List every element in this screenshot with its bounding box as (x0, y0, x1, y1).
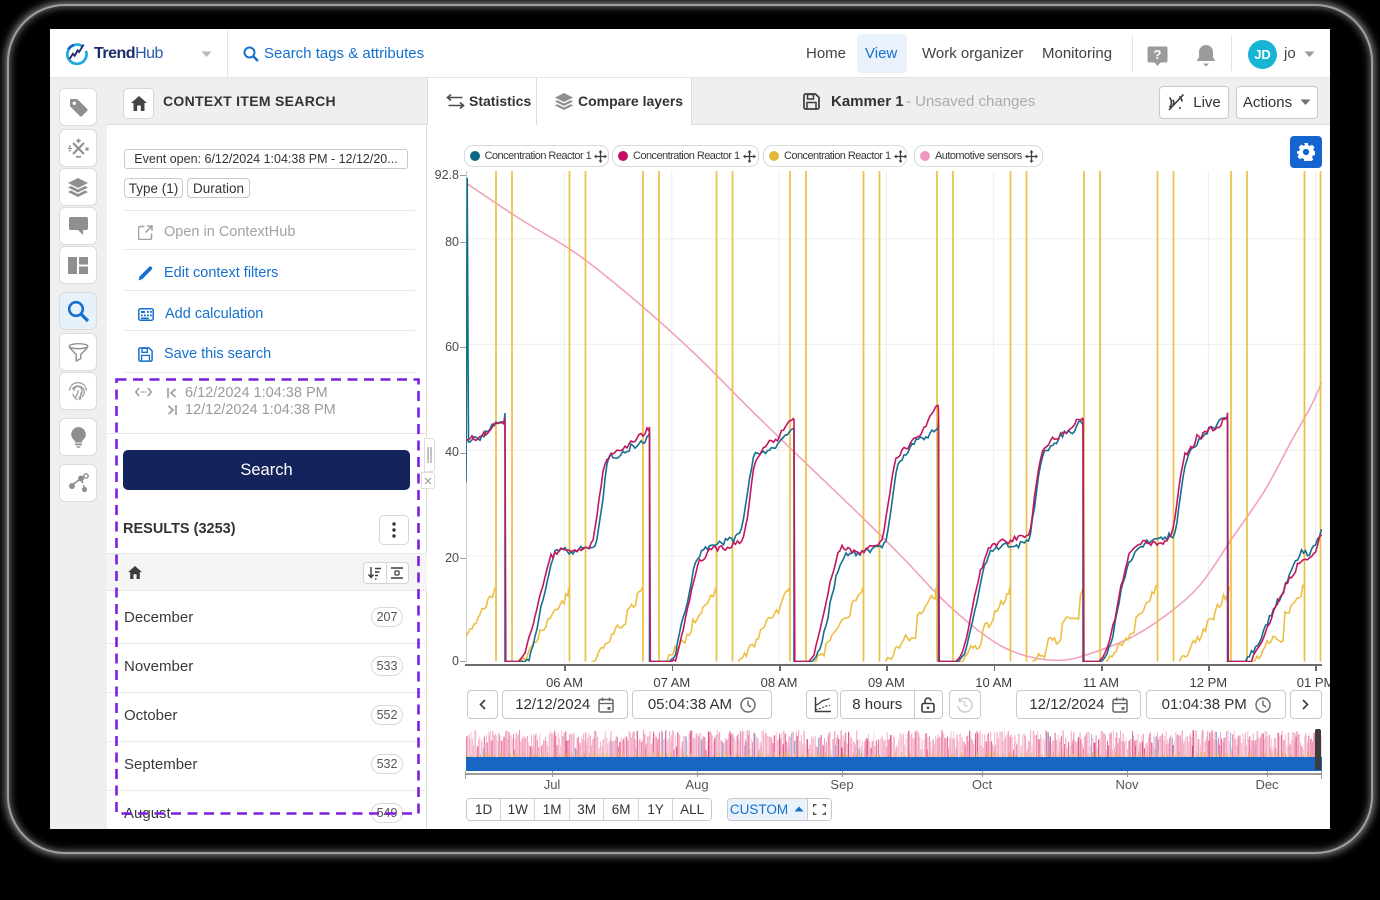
svg-text:?: ? (1154, 47, 1162, 62)
